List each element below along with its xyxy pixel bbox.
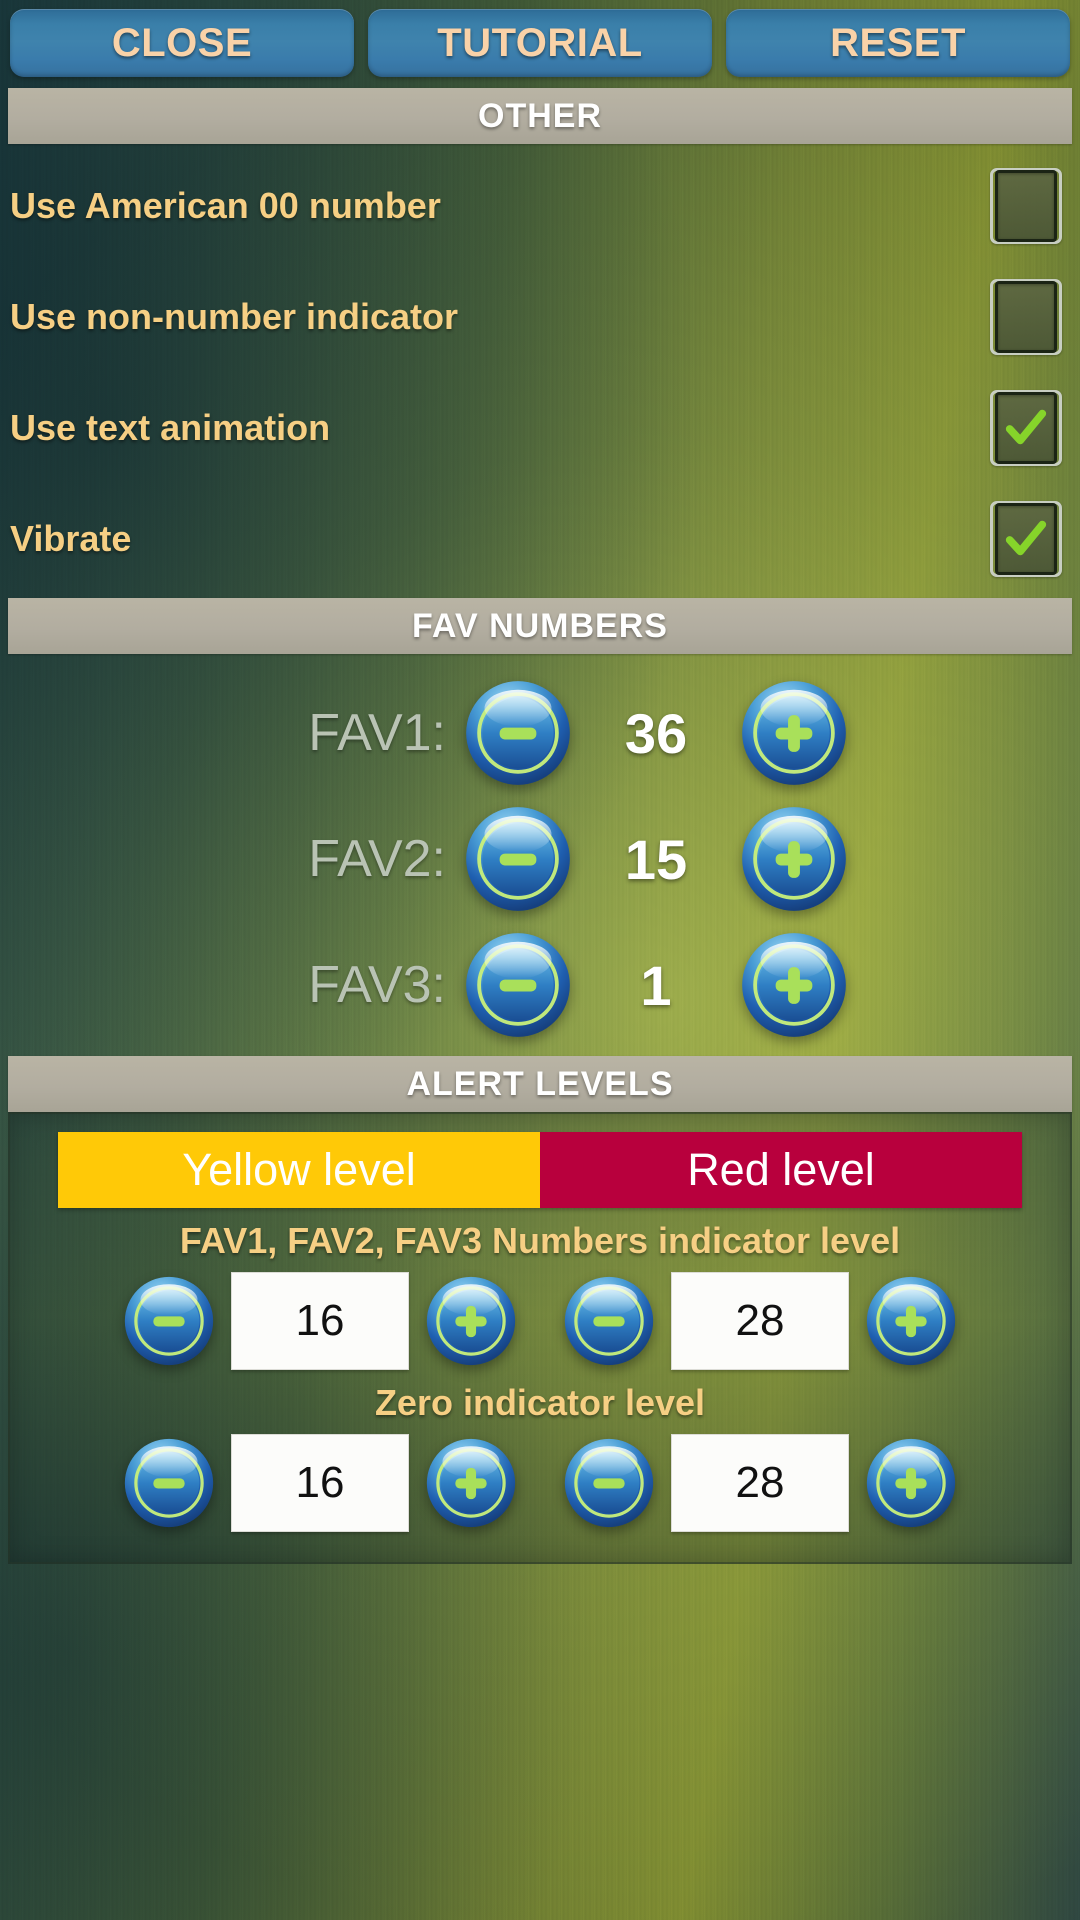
fav-indicator-yellow-decrement-button[interactable] bbox=[123, 1275, 215, 1367]
minus-icon bbox=[124, 1438, 214, 1528]
option-row-text-animation[interactable]: Use text animation bbox=[0, 372, 1080, 483]
option-row-american-00[interactable]: Use American 00 number bbox=[0, 150, 1080, 261]
checkbox-vibrate[interactable] bbox=[990, 500, 1062, 577]
zero-indicator-yellow-increment-button[interactable] bbox=[425, 1437, 517, 1529]
zero-indicator-yellow-value: 16 bbox=[295, 1458, 345, 1507]
option-label: Use text animation bbox=[10, 406, 331, 448]
fav-numbers-list: FAV1: 36 FAV2: 15 FAV3: 1 bbox=[0, 654, 1080, 1056]
fav2-value: 15 bbox=[624, 827, 688, 891]
zero-indicator-level-row: 16 28 bbox=[10, 1434, 1070, 1532]
other-options-list: Use American 00 number Use non-number in… bbox=[0, 144, 1080, 598]
plus-icon bbox=[426, 1276, 516, 1366]
fav-indicator-red-increment-button[interactable] bbox=[865, 1275, 957, 1367]
fav3-value: 1 bbox=[640, 953, 672, 1017]
close-button-label: CLOSE bbox=[111, 20, 253, 65]
close-button[interactable]: CLOSE bbox=[10, 9, 354, 77]
fav2-increment-button[interactable] bbox=[740, 805, 848, 913]
checkmark-icon bbox=[1005, 520, 1047, 555]
tutorial-button-label: TUTORIAL bbox=[437, 20, 643, 65]
fav1-label: FAV1: bbox=[308, 704, 446, 762]
fav-indicator-red-value: 28 bbox=[735, 1296, 785, 1345]
checkbox-non-number-indicator[interactable] bbox=[990, 278, 1062, 355]
alert-levels-panel: Yellow level Red level FAV1, FAV2, FAV3 … bbox=[8, 1112, 1072, 1564]
plus-icon bbox=[742, 807, 846, 911]
fav-indicator-red-value-field[interactable]: 28 bbox=[671, 1272, 849, 1370]
alert-level-tabs: Yellow level Red level bbox=[58, 1132, 1022, 1208]
section-header-fav-numbers-label: FAV NUMBERS bbox=[412, 606, 668, 645]
minus-icon bbox=[564, 1438, 654, 1528]
zero-indicator-red-value-field[interactable]: 28 bbox=[671, 1434, 849, 1532]
fav-numbers-indicator-level-title: FAV1, FAV2, FAV3 Numbers indicator level bbox=[179, 1220, 901, 1261]
plus-icon bbox=[866, 1438, 956, 1528]
checkbox-american-00[interactable] bbox=[990, 167, 1062, 244]
option-label: Use American 00 number bbox=[10, 184, 441, 226]
fav-indicator-yellow-value-field[interactable]: 16 bbox=[231, 1272, 409, 1370]
tutorial-button[interactable]: TUTORIAL bbox=[368, 9, 712, 77]
zero-indicator-red-decrement-button[interactable] bbox=[563, 1437, 655, 1529]
option-row-non-number-indicator[interactable]: Use non-number indicator bbox=[0, 261, 1080, 372]
fav3-label: FAV3: bbox=[308, 956, 446, 1014]
section-header-other-label: OTHER bbox=[478, 96, 602, 135]
checkbox-inner bbox=[995, 169, 1057, 242]
fav-indicator-yellow-value: 16 bbox=[295, 1296, 345, 1345]
fav-row-2: FAV2: 15 bbox=[0, 796, 1080, 922]
fav-numbers-indicator-level-row: 16 28 bbox=[10, 1272, 1070, 1370]
option-label: Use non-number indicator bbox=[10, 295, 459, 337]
tab-yellow-level[interactable]: Yellow level bbox=[58, 1132, 540, 1208]
tab-red-level-label: Red level bbox=[687, 1144, 875, 1195]
fav-row-1: FAV1: 36 bbox=[0, 670, 1080, 796]
checkmark-icon bbox=[1005, 409, 1047, 444]
settings-screen: CLOSE TUTORIAL RESET OTHER Use American … bbox=[0, 0, 1080, 1920]
fav-indicator-red-decrement-button[interactable] bbox=[563, 1275, 655, 1367]
minus-icon bbox=[466, 933, 570, 1037]
plus-icon bbox=[866, 1276, 956, 1366]
fav1-decrement-button[interactable] bbox=[464, 679, 572, 787]
zero-indicator-red-value: 28 bbox=[735, 1458, 785, 1507]
plus-icon bbox=[426, 1438, 516, 1528]
plus-icon bbox=[742, 933, 846, 1037]
fav3-increment-button[interactable] bbox=[740, 931, 848, 1039]
zero-indicator-yellow-value-field[interactable]: 16 bbox=[231, 1434, 409, 1532]
minus-icon bbox=[466, 807, 570, 911]
fav-row-3: FAV3: 1 bbox=[0, 922, 1080, 1048]
option-row-vibrate[interactable]: Vibrate bbox=[0, 483, 1080, 594]
checkbox-text-animation[interactable] bbox=[990, 389, 1062, 466]
section-header-fav-numbers: FAV NUMBERS bbox=[8, 598, 1072, 654]
tab-yellow-level-label: Yellow level bbox=[182, 1144, 416, 1195]
minus-icon bbox=[466, 681, 570, 785]
zero-indicator-level-title: Zero indicator level bbox=[374, 1382, 706, 1423]
section-header-alert-levels-label: ALERT LEVELS bbox=[406, 1064, 674, 1103]
minus-icon bbox=[124, 1276, 214, 1366]
checkbox-inner bbox=[995, 280, 1057, 353]
fav3-decrement-button[interactable] bbox=[464, 931, 572, 1039]
section-header-alert-levels: ALERT LEVELS bbox=[8, 1056, 1072, 1112]
plus-icon bbox=[742, 681, 846, 785]
reset-button[interactable]: RESET bbox=[726, 9, 1070, 77]
zero-indicator-red-increment-button[interactable] bbox=[865, 1437, 957, 1529]
top-action-bar: CLOSE TUTORIAL RESET bbox=[0, 0, 1080, 88]
checkbox-inner bbox=[995, 502, 1057, 575]
fav1-increment-button[interactable] bbox=[740, 679, 848, 787]
fav2-label: FAV2: bbox=[308, 830, 446, 888]
checkbox-inner bbox=[995, 391, 1057, 464]
tab-red-level[interactable]: Red level bbox=[540, 1132, 1022, 1208]
fav1-value: 36 bbox=[624, 701, 688, 765]
fav-indicator-yellow-increment-button[interactable] bbox=[425, 1275, 517, 1367]
minus-icon bbox=[564, 1276, 654, 1366]
fav2-decrement-button[interactable] bbox=[464, 805, 572, 913]
section-header-other: OTHER bbox=[8, 88, 1072, 144]
reset-button-label: RESET bbox=[830, 20, 966, 65]
option-label: Vibrate bbox=[10, 517, 132, 559]
zero-indicator-yellow-decrement-button[interactable] bbox=[123, 1437, 215, 1529]
